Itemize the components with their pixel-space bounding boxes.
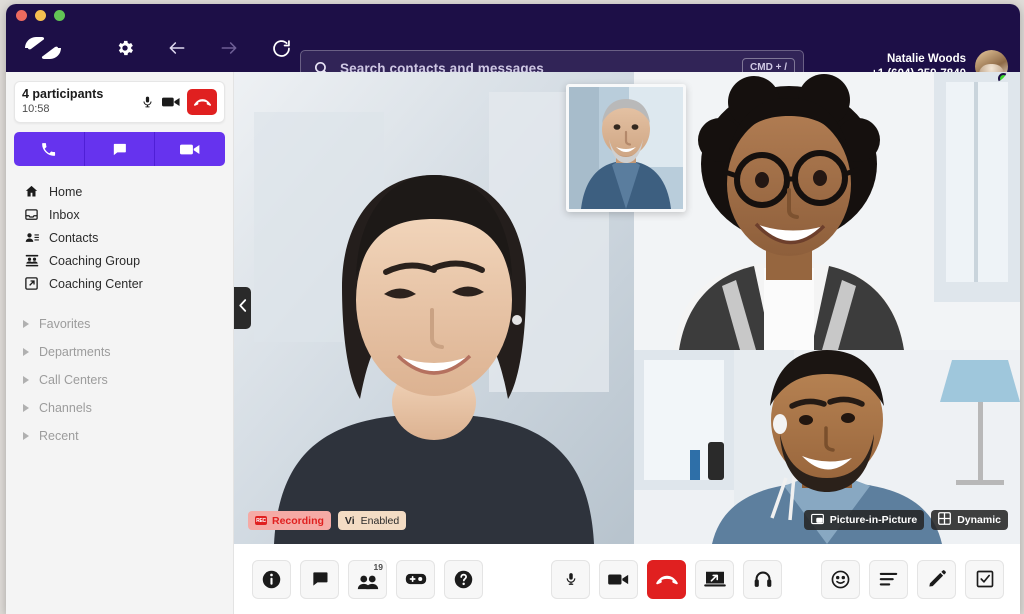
dialpad-button[interactable] bbox=[396, 559, 435, 599]
participants-button[interactable]: 19 bbox=[348, 559, 387, 599]
title-bar bbox=[6, 4, 1020, 24]
stage-badges-left: REC Recording Vi Enabled bbox=[248, 511, 407, 530]
active-call-info: 4 participants 10:58 bbox=[22, 87, 133, 116]
sidebar-item-contacts[interactable]: Contacts bbox=[6, 226, 233, 249]
toolbar-left-group: 19 bbox=[252, 559, 483, 599]
pip-label: Picture-in-Picture bbox=[829, 514, 918, 526]
grid-icon bbox=[938, 512, 952, 528]
participants-count-label: 4 participants bbox=[22, 87, 104, 102]
sidebar-item-label: Contacts bbox=[49, 230, 99, 245]
sidebar-group-label: Recent bbox=[39, 429, 79, 443]
maximize-window-button[interactable] bbox=[54, 10, 65, 21]
chevron-right-icon bbox=[23, 432, 29, 440]
forward-arrow-icon[interactable] bbox=[218, 37, 240, 59]
chevron-right-icon bbox=[23, 404, 29, 412]
vi-mark: Vi bbox=[344, 514, 355, 527]
sidebar-group-label: Favorites bbox=[39, 317, 91, 331]
sidebar-group-departments[interactable]: Departments bbox=[6, 338, 233, 366]
active-call-card[interactable]: 4 participants 10:58 bbox=[14, 81, 225, 123]
sidebar-group-label: Channels bbox=[39, 401, 92, 415]
tasks-button[interactable] bbox=[965, 559, 1004, 599]
call-toolbar: 19 bbox=[234, 544, 1020, 614]
sidebar-group-call-centers[interactable]: Call Centers bbox=[6, 366, 233, 394]
sidebar-nav: Home Inbox Contacts Coaching Group Coach… bbox=[6, 180, 233, 450]
nav-divider bbox=[6, 295, 233, 310]
hangup-icon[interactable] bbox=[187, 89, 217, 115]
collapse-sidebar-toggle[interactable] bbox=[234, 287, 251, 329]
sidebar-item-coaching-center[interactable]: Coaching Center bbox=[6, 272, 233, 295]
user-name: Natalie Woods bbox=[886, 53, 966, 66]
inbox-icon bbox=[24, 207, 42, 222]
sidebar-group-favorites[interactable]: Favorites bbox=[6, 310, 233, 338]
reactions-button[interactable] bbox=[821, 559, 860, 599]
chevron-right-icon bbox=[23, 348, 29, 356]
sidebar-item-label: Coaching Center bbox=[49, 276, 143, 291]
group-icon bbox=[24, 253, 42, 268]
sidebar-item-coaching-group[interactable]: Coaching Group bbox=[6, 249, 233, 272]
sidebar: 4 participants 10:58 Home Inbox Contacts… bbox=[6, 72, 234, 614]
recording-label: Recording bbox=[272, 514, 324, 527]
toolbar-call-controls bbox=[551, 559, 782, 599]
video-camera-icon[interactable] bbox=[161, 92, 181, 112]
chevron-right-icon bbox=[23, 320, 29, 328]
video-action[interactable] bbox=[155, 132, 225, 166]
end-call-button[interactable] bbox=[647, 559, 686, 599]
sidebar-item-label: Coaching Group bbox=[49, 253, 141, 268]
refresh-icon[interactable] bbox=[270, 37, 292, 59]
dynamic-label: Dynamic bbox=[957, 514, 1001, 526]
help-button[interactable] bbox=[444, 559, 483, 599]
notes-button[interactable] bbox=[917, 559, 956, 599]
app-logo-icon bbox=[20, 33, 66, 63]
info-button[interactable] bbox=[252, 559, 291, 599]
close-window-button[interactable] bbox=[16, 10, 27, 21]
video-stage: REC Recording Vi Enabled Picture-in-Pict… bbox=[234, 72, 1020, 544]
gear-icon[interactable] bbox=[114, 37, 136, 59]
external-link-icon bbox=[24, 276, 42, 291]
sidebar-item-home[interactable]: Home bbox=[6, 180, 233, 203]
home-icon bbox=[24, 184, 42, 199]
pip-icon bbox=[810, 513, 824, 528]
camera-button[interactable] bbox=[599, 559, 638, 599]
app-window: CMD + / Natalie Woods +1 (604) 359-7840 … bbox=[6, 4, 1020, 614]
participant-pip[interactable] bbox=[566, 84, 686, 212]
participants-count-badge: 19 bbox=[373, 561, 383, 572]
minimize-window-button[interactable] bbox=[35, 10, 46, 21]
presence-indicator bbox=[998, 73, 1008, 83]
quick-actions bbox=[14, 132, 225, 166]
window-controls bbox=[16, 10, 65, 21]
app-header: CMD + / Natalie Woods +1 (604) 359-7840 bbox=[6, 24, 1020, 86]
share-screen-button[interactable] bbox=[695, 559, 734, 599]
sidebar-item-label: Home bbox=[49, 184, 83, 199]
toolbar-right-group bbox=[821, 559, 1004, 599]
back-arrow-icon[interactable] bbox=[166, 37, 188, 59]
participant-bottom-right[interactable]: Picture-in-Picture Dynamic bbox=[634, 350, 1020, 544]
rec-chip: REC bbox=[255, 516, 267, 525]
sidebar-group-label: Call Centers bbox=[39, 373, 108, 387]
vi-enabled-badge: Vi Enabled bbox=[337, 511, 407, 530]
microphone-icon[interactable] bbox=[137, 92, 157, 112]
chat-action[interactable] bbox=[84, 132, 156, 166]
recording-badge: REC Recording bbox=[248, 511, 331, 530]
transcript-button[interactable] bbox=[869, 559, 908, 599]
call-action[interactable] bbox=[14, 132, 85, 166]
contacts-icon bbox=[24, 230, 42, 245]
sidebar-group-label: Departments bbox=[39, 345, 111, 359]
header-nav-icons bbox=[114, 37, 292, 59]
chat-button[interactable] bbox=[300, 559, 339, 599]
mute-button[interactable] bbox=[551, 559, 590, 599]
audio-device-button[interactable] bbox=[743, 559, 782, 599]
stage-badges-right: Picture-in-Picture Dynamic bbox=[803, 510, 1008, 530]
sidebar-group-channels[interactable]: Channels bbox=[6, 394, 233, 422]
sidebar-group-recent[interactable]: Recent bbox=[6, 422, 233, 450]
chevron-right-icon bbox=[23, 376, 29, 384]
vi-enabled-label: Enabled bbox=[360, 514, 400, 527]
sidebar-item-label: Inbox bbox=[49, 207, 80, 222]
dynamic-layout-badge[interactable]: Dynamic bbox=[931, 510, 1008, 530]
participant-top-right[interactable] bbox=[634, 72, 1020, 350]
sidebar-item-inbox[interactable]: Inbox bbox=[6, 203, 233, 226]
picture-in-picture-badge[interactable]: Picture-in-Picture bbox=[803, 510, 925, 530]
call-duration: 10:58 bbox=[22, 103, 50, 116]
chevron-left-icon bbox=[238, 298, 247, 318]
